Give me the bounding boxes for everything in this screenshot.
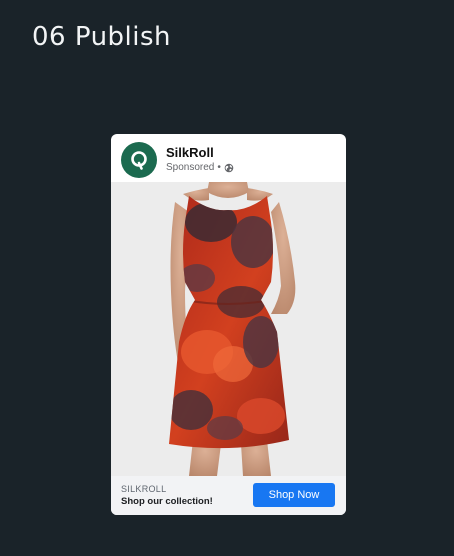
footer-domain: SILKROLL — [121, 484, 167, 494]
shop-now-button[interactable]: Shop Now — [253, 483, 335, 507]
ad-footer: SILKROLL Shop our collection! Shop Now — [111, 476, 346, 515]
sponsored-label: Sponsored — [166, 162, 215, 173]
globe-icon — [224, 163, 234, 172]
meta-separator: • — [217, 162, 221, 173]
footer-tagline: Shop our collection! — [121, 496, 213, 507]
brand-name[interactable]: SilkRoll — [166, 145, 214, 160]
brand-avatar[interactable] — [121, 142, 157, 178]
q-logo-icon — [131, 151, 147, 170]
ad-product-image[interactable] — [111, 182, 346, 476]
dress-photo — [111, 182, 346, 476]
ad-preview-card: SilkRoll Sponsored • SILKROLL Shop our c… — [111, 134, 346, 515]
step-title: 06 Publish — [32, 22, 172, 52]
ad-header: SilkRoll Sponsored • — [111, 134, 346, 182]
sponsored-row: Sponsored • — [166, 162, 234, 173]
